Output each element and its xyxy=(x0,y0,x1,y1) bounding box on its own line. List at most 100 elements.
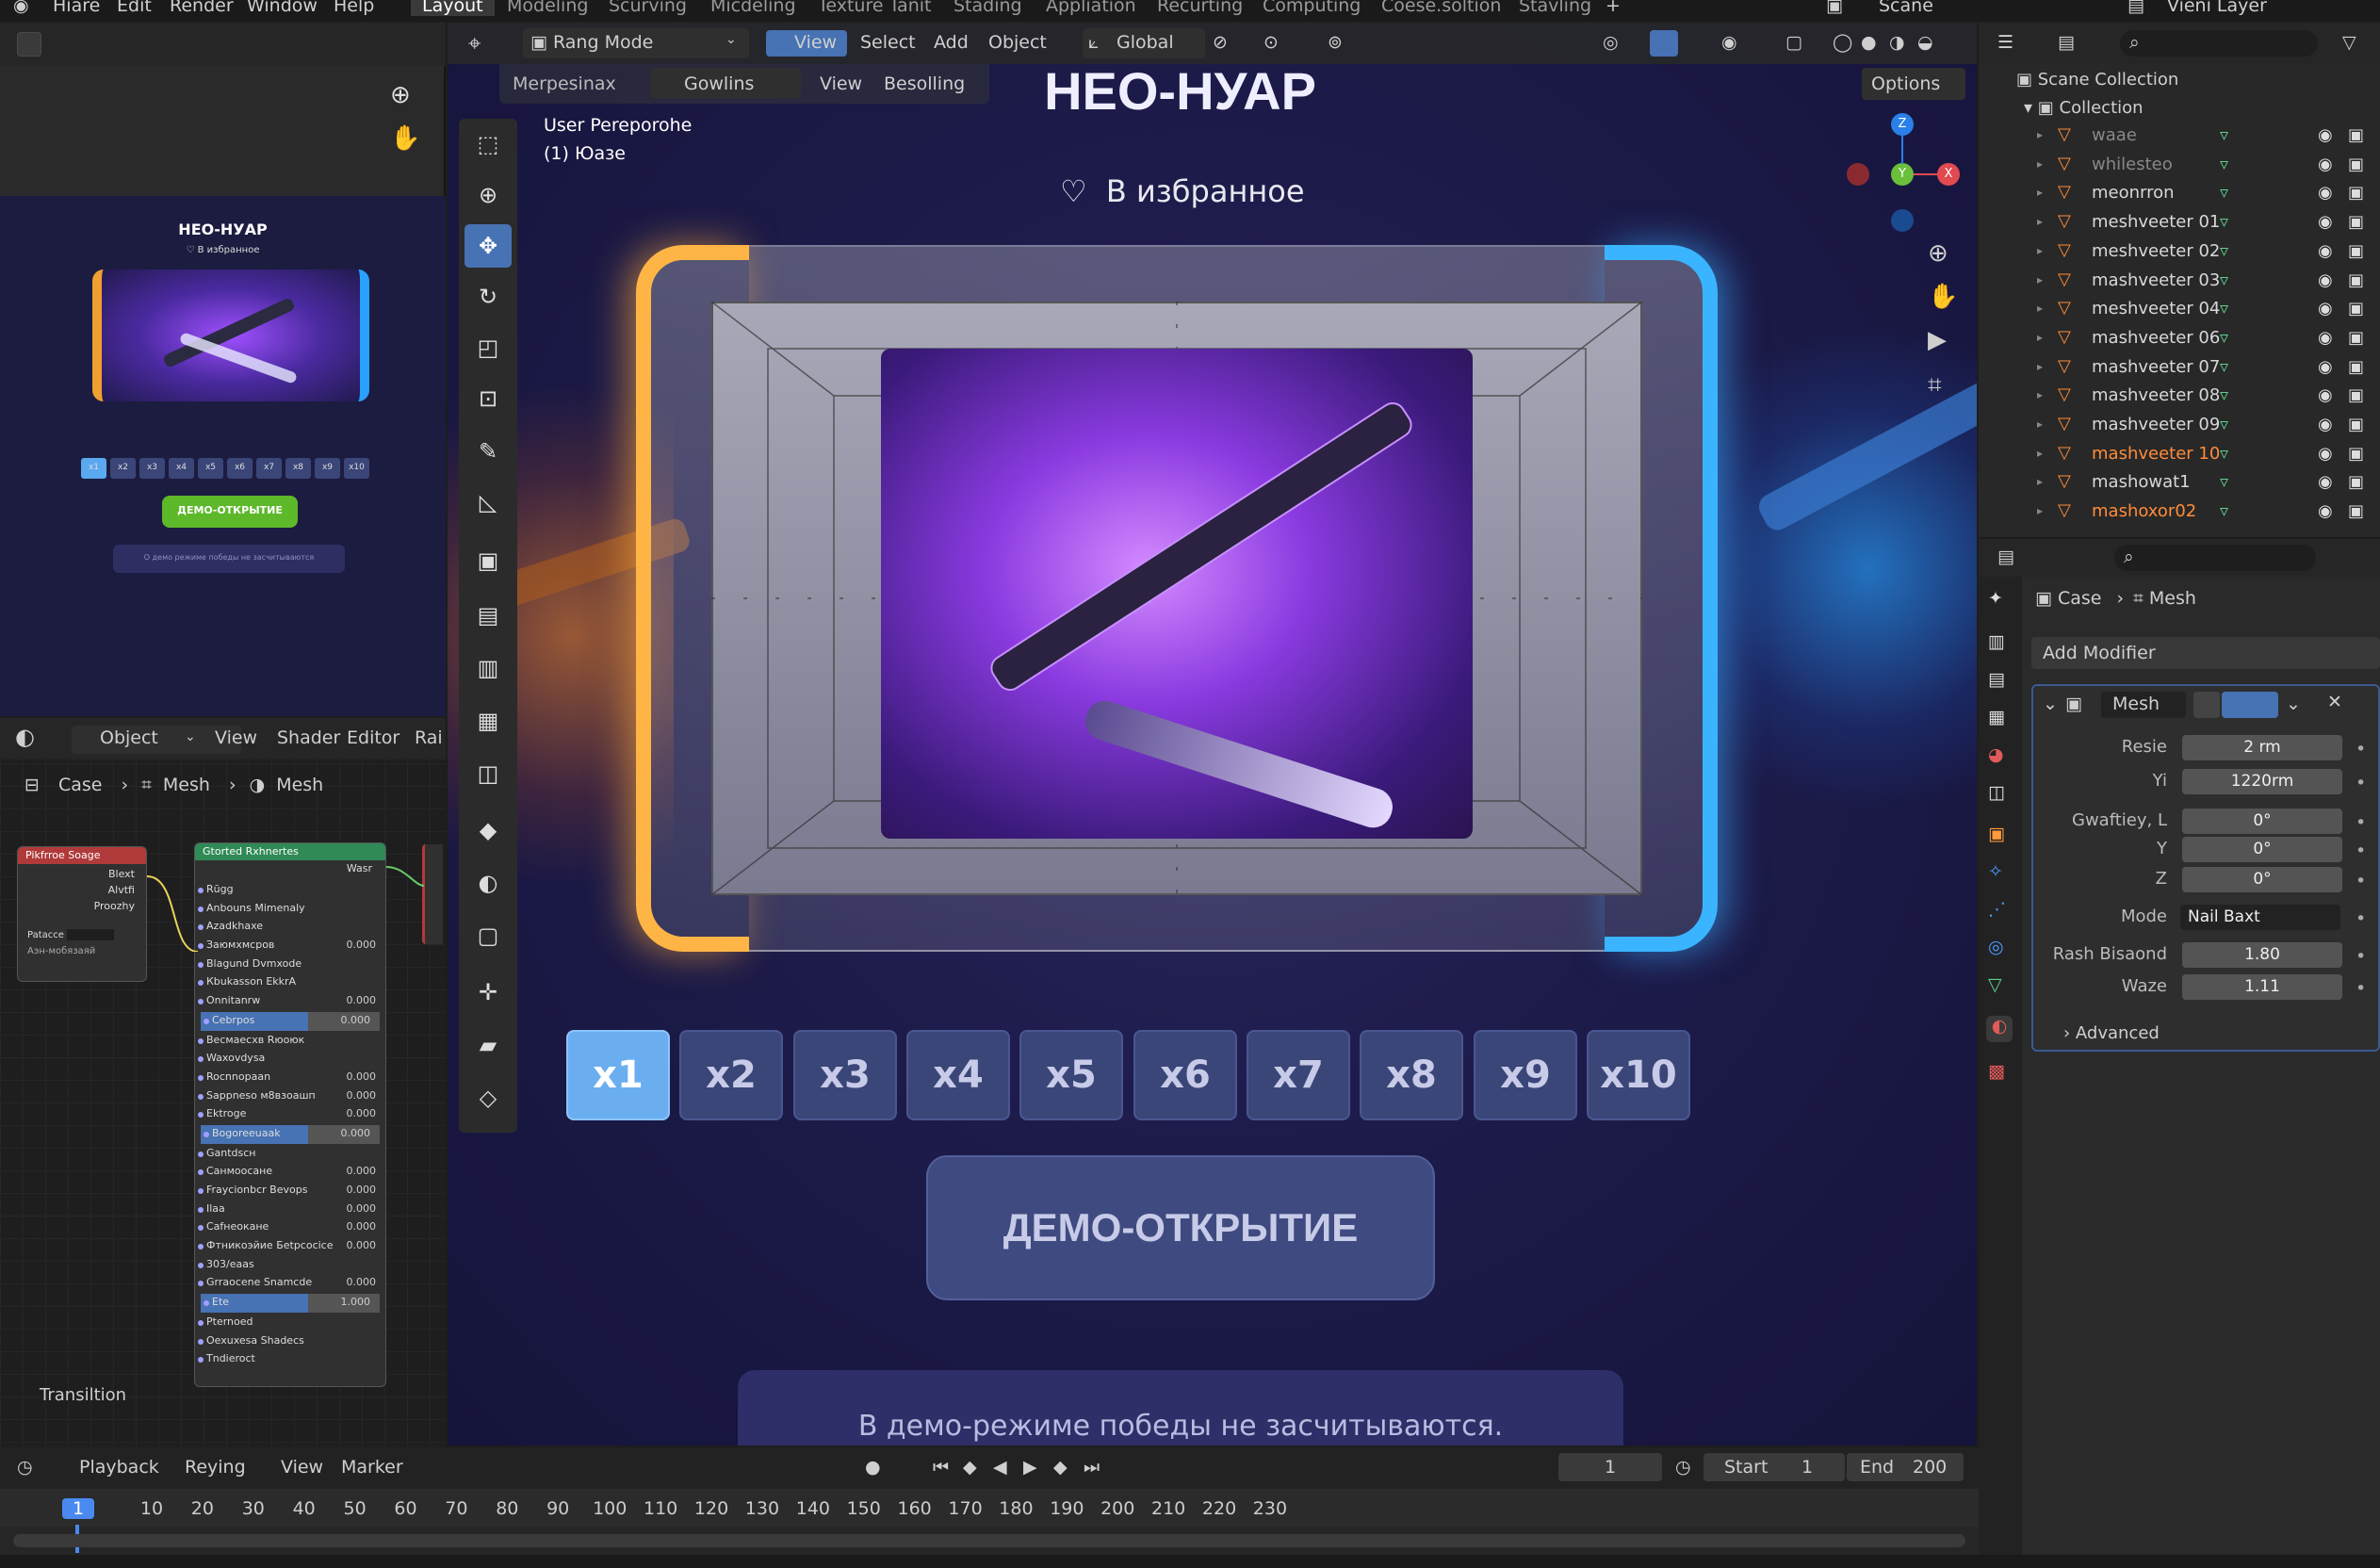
eye-icon[interactable]: ◉ xyxy=(2318,125,2333,145)
node-socket-row[interactable]: Оexuxesa Shadecs xyxy=(195,1332,385,1351)
xray-icon[interactable]: ▢ xyxy=(1785,32,1802,53)
menu-render[interactable]: Render xyxy=(170,0,234,16)
multiplier-x3[interactable]: x3 xyxy=(793,1030,897,1120)
node-socket-row[interactable]: Cebrpos 0.000 xyxy=(201,1011,380,1031)
expand-icon[interactable]: ▸ xyxy=(2037,157,2043,171)
prop-value-field[interactable]: 0° xyxy=(2182,867,2342,892)
eye-icon[interactable]: ◉ xyxy=(2318,328,2333,348)
outliner-item[interactable]: ▸ ▽ mashoxor02 ▿ ◉ ▣ xyxy=(1979,498,2380,528)
expand-icon[interactable]: ▸ xyxy=(2037,475,2043,488)
world-tab-icon[interactable]: ◫ xyxy=(1988,782,2005,803)
tab-geometry[interactable]: Coese.soltion xyxy=(1381,0,1501,16)
tab-layout[interactable]: Layout xyxy=(411,0,495,16)
keyframe-dot-icon[interactable]: • xyxy=(2356,773,2366,793)
physics-tab-icon[interactable]: ◎ xyxy=(1988,937,2004,957)
multiplier-x7[interactable]: x7 xyxy=(1247,1030,1350,1120)
camera-icon[interactable]: ▣ xyxy=(2348,212,2364,232)
node-socket-row[interactable]: Grraocene Snamcde 0.000 xyxy=(195,1274,385,1293)
camera-icon[interactable]: ▣ xyxy=(2348,328,2364,348)
prev-key-icon[interactable]: ◆ xyxy=(963,1457,977,1478)
move-icon[interactable]: ✥ xyxy=(465,224,512,268)
tab-sculpting[interactable]: Scurving xyxy=(609,0,687,16)
node-socket-row[interactable]: Кbukasson EkkrA xyxy=(195,973,385,992)
particles-tab-icon[interactable]: ⋰ xyxy=(1988,899,2006,920)
multiplier-x5[interactable]: x5 xyxy=(1019,1030,1123,1120)
outliner-search-input[interactable] xyxy=(2120,30,2318,57)
node-socket-row[interactable]: Sappneso м8взоашп 0.000 xyxy=(195,1087,385,1106)
camera-icon[interactable]: ▣ xyxy=(2348,299,2364,318)
prop-value-field[interactable]: 1220rm xyxy=(2182,769,2342,794)
smooth-icon[interactable]: ▢ xyxy=(465,914,512,957)
navigation-gizmo[interactable]: Z Y X xyxy=(1847,113,1960,236)
multiplier-x8[interactable]: x8 xyxy=(1360,1030,1463,1120)
camera-icon[interactable]: ▣ xyxy=(2348,155,2364,174)
inset-icon[interactable]: ▥ xyxy=(465,646,512,690)
sub-menu-4[interactable]: Besolling xyxy=(884,74,965,94)
multiplier-x2[interactable]: x2 xyxy=(679,1030,783,1120)
outliner-item[interactable]: ▸ ▽ meshveeter 02 ▿ ◉ ▣ xyxy=(1979,238,2380,268)
node-socket-row[interactable]: Gantdscн xyxy=(195,1145,385,1164)
menu-marker[interactable]: Marker xyxy=(341,1457,403,1478)
eye-icon[interactable]: ◉ xyxy=(2318,183,2333,203)
node-checkbox-label[interactable]: Аэн-мобязаяй xyxy=(18,940,146,956)
demo-open-button[interactable]: ДЕМО-ОТКРЫТИЕ xyxy=(926,1155,1435,1300)
camera-icon[interactable]: ▣ xyxy=(2348,125,2364,145)
outliner-item[interactable]: ▸ ▽ mashowat1 ▿ ◉ ▣ xyxy=(1979,469,2380,498)
node-input[interactable]: Pikfrroe Soage Blext Alvtfi Proozhy Pata… xyxy=(17,846,147,982)
node-socket-row[interactable]: Caнмоосане 0.000 xyxy=(195,1163,385,1182)
view-layer-icon[interactable]: ▤ xyxy=(2127,0,2144,16)
menu-playback[interactable]: Playback xyxy=(79,1457,159,1478)
shear-icon[interactable]: ▰ xyxy=(465,1023,512,1067)
add-cube-icon[interactable]: ▣ xyxy=(465,539,512,582)
overlay-icon[interactable]: ◉ xyxy=(1721,32,1737,53)
end-frame-field[interactable]: End 200 xyxy=(1847,1453,1964,1481)
play-reverse-icon[interactable]: ◀ xyxy=(993,1457,1007,1478)
expand-icon[interactable]: ▸ xyxy=(2037,273,2043,286)
menu-view[interactable]: View xyxy=(215,727,257,748)
multiplier-x9[interactable]: x9 xyxy=(1474,1030,1577,1120)
gizmo-toggle-icon[interactable] xyxy=(1650,30,1678,57)
keyframe-dot-icon[interactable]: • xyxy=(2356,946,2366,967)
camera-icon[interactable]: ▣ xyxy=(2348,415,2364,434)
camera-icon[interactable]: ▣ xyxy=(2348,472,2364,492)
expand-icon[interactable]: ▸ xyxy=(2037,331,2043,344)
timeline-scrollbar[interactable] xyxy=(13,1534,1965,1547)
multiplier-x10[interactable]: x10 xyxy=(1587,1030,1690,1120)
shading-wire-icon[interactable]: ◯ xyxy=(1833,32,1852,53)
eye-icon[interactable]: ◉ xyxy=(2318,299,2333,318)
keyframe-dot-icon[interactable]: • xyxy=(2356,841,2366,861)
rip-icon[interactable]: ◇ xyxy=(465,1076,512,1119)
node-socket-row[interactable]: Pternoed xyxy=(195,1314,385,1332)
filter-icon[interactable]: ▽ xyxy=(2342,32,2356,53)
camera-icon[interactable]: ▣ xyxy=(2348,183,2364,203)
expand-icon[interactable]: ▸ xyxy=(2037,447,2043,460)
favorite-button[interactable]: ♡ В избранное xyxy=(1060,173,1305,209)
node-socket-row[interactable]: Tndieroct xyxy=(195,1350,385,1369)
keyframe-dot-icon[interactable]: • xyxy=(2356,871,2366,891)
annotate-icon[interactable]: ✎ xyxy=(465,430,512,473)
eye-icon[interactable]: ◉ xyxy=(2318,270,2333,290)
output-tab-icon[interactable]: ▤ xyxy=(1988,669,2005,690)
shading-material-icon[interactable]: ◑ xyxy=(1889,32,1905,53)
blender-logo-icon[interactable]: ◉ xyxy=(13,0,29,16)
tab-shading[interactable]: Stading xyxy=(954,0,1022,16)
current-frame-field[interactable]: 1 xyxy=(1558,1453,1662,1481)
3d-viewport[interactable]: НЕО-НУАР ♡ В избранное x1 x2 x3 x4 x5 x6 x7 x8 x… xyxy=(448,23,1977,1446)
tab-compositing[interactable]: Computing xyxy=(1263,0,1361,16)
eye-icon[interactable]: ◉ xyxy=(2318,385,2333,405)
camera-icon[interactable]: ▣ xyxy=(2348,444,2364,464)
node-socket-row[interactable]: Ete 1.000 xyxy=(201,1294,380,1313)
node-socket-row[interactable]: Cafнеоканe 0.000 xyxy=(195,1218,385,1237)
view-layer-tab-icon[interactable]: ▦ xyxy=(1988,707,2005,727)
menu-file[interactable]: Hiare xyxy=(53,0,100,16)
zoom-icon[interactable]: ⊕ xyxy=(390,81,411,109)
node-socket-row[interactable]: Onnitanrw 0.000 xyxy=(195,992,385,1011)
expand-icon[interactable]: ▸ xyxy=(2037,128,2043,141)
expand-icon[interactable]: ▸ xyxy=(2037,302,2043,315)
keyframe-dot-icon[interactable]: • xyxy=(2356,908,2366,929)
outliner-item[interactable]: ▸ ▽ mashveeter 07 ▿ ◉ ▣ xyxy=(1979,354,2380,384)
viewport-editor-type-icon[interactable]: ⌖ xyxy=(468,30,481,57)
spin-icon[interactable]: ◐ xyxy=(465,861,512,905)
material-tab-icon[interactable]: ◐ xyxy=(1986,1016,2013,1042)
node-editor-type-icon[interactable]: ◐ xyxy=(15,724,35,750)
